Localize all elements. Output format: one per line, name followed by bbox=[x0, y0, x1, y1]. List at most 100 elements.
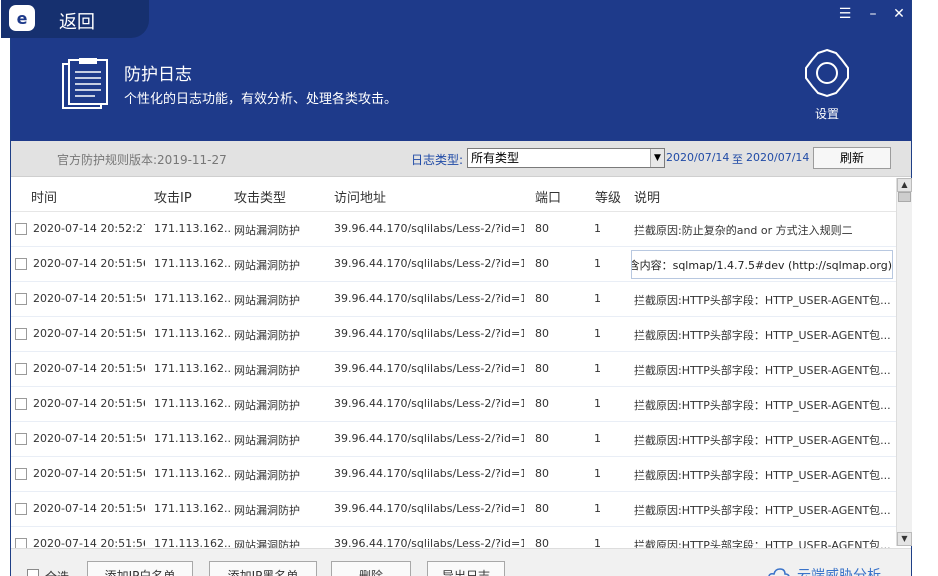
cell-url: 39.96.44.170/sqlilabs/Less-2/?id=1... bbox=[334, 292, 524, 305]
cell-url: 39.96.44.170/sqlilabs/Less-2/?id=1... bbox=[334, 467, 524, 480]
add-ip-whitelist-button[interactable]: 添加IP白名单 bbox=[87, 561, 193, 576]
cell-level: 1 bbox=[594, 327, 601, 340]
rule-version-text: 官方防护规则版本:2019-11-27 bbox=[57, 153, 227, 167]
cell-url: 39.96.44.170/sqlilabs/Less-2/?id=1... bbox=[334, 327, 524, 340]
row-checkbox[interactable] bbox=[15, 258, 27, 270]
menu-icon[interactable]: ☰ bbox=[837, 6, 853, 22]
delete-button[interactable]: 删除 bbox=[331, 561, 411, 576]
cell-attack-type: 网站漏洞防护 bbox=[234, 469, 300, 482]
cell-description: 拦截原因:HTTP头部字段：HTTP_USER-AGENT包... bbox=[634, 434, 891, 447]
cell-ip: 171.113.162.... bbox=[154, 222, 230, 235]
row-checkbox[interactable] bbox=[15, 468, 27, 480]
column-header-port[interactable]: 端口 bbox=[535, 187, 561, 206]
cell-level: 1 bbox=[594, 467, 601, 480]
close-icon[interactable]: ✕ bbox=[891, 6, 907, 22]
cell-attack-type: 网站漏洞防护 bbox=[234, 224, 300, 237]
cell-time: 2020-07-14 20:51:56 bbox=[33, 432, 145, 445]
footer-bar: 全选 添加IP白名单 添加IP黑名单 删除 导出日志 云端威胁分析 bbox=[11, 548, 911, 576]
cell-time: 2020-07-14 20:51:56 bbox=[33, 467, 145, 480]
scroll-down-arrow-icon[interactable]: ▼ bbox=[897, 532, 912, 546]
description-edit-cell[interactable]: 包含内容：sqlmap/1.4.7.5#dev (http://sqlmap.o… bbox=[631, 250, 893, 279]
refresh-button[interactable]: 刷新 bbox=[813, 147, 891, 169]
log-type-label: 日志类型: bbox=[411, 153, 464, 167]
date-range-separator: 至 bbox=[732, 153, 743, 166]
scroll-thumb[interactable] bbox=[898, 192, 911, 202]
column-header-description[interactable]: 说明 bbox=[634, 187, 660, 206]
table-row[interactable]: 2020-07-14 20:51:56 171.113.162.... 网站漏洞… bbox=[11, 282, 896, 317]
vertical-scrollbar[interactable]: ▲ ▼ bbox=[896, 178, 912, 546]
table-row[interactable]: 2020-07-14 20:51:56 171.113.162.... 网站漏洞… bbox=[11, 352, 896, 387]
cell-level: 1 bbox=[594, 537, 601, 548]
row-checkbox[interactable] bbox=[15, 538, 27, 548]
row-checkbox[interactable] bbox=[15, 503, 27, 515]
cell-ip: 171.113.162.... bbox=[154, 537, 230, 548]
table-row[interactable]: 2020-07-14 20:51:56 171.113.162.... 网站漏洞… bbox=[11, 527, 896, 548]
scroll-up-arrow-icon[interactable]: ▲ bbox=[897, 178, 912, 192]
add-ip-blacklist-button[interactable]: 添加IP黑名单 bbox=[209, 561, 317, 576]
column-header-ip[interactable]: 攻击IP bbox=[154, 187, 192, 206]
select-all-checkbox[interactable] bbox=[27, 569, 39, 576]
cell-attack-type: 网站漏洞防护 bbox=[234, 364, 300, 377]
cell-level: 1 bbox=[594, 292, 601, 305]
row-checkbox[interactable] bbox=[15, 363, 27, 375]
cell-level: 1 bbox=[594, 432, 601, 445]
cell-level: 1 bbox=[594, 397, 601, 410]
cell-description: 包含内容：sqlmap/1.4.7.5#dev (http://sqlmap.o… bbox=[631, 259, 892, 272]
table-row[interactable]: 2020-07-14 20:51:56 171.113.162.... 网站漏洞… bbox=[11, 492, 896, 527]
cell-url: 39.96.44.170/sqlilabs/Less-2/?id=1... bbox=[334, 222, 524, 235]
cell-level: 1 bbox=[594, 257, 601, 270]
cell-ip: 171.113.162.... bbox=[154, 362, 230, 375]
cell-description: 拦截原因:HTTP头部字段：HTTP_USER-AGENT包... bbox=[634, 539, 891, 548]
row-checkbox[interactable] bbox=[15, 293, 27, 305]
log-type-select[interactable]: 所有类型 ▼ bbox=[467, 148, 665, 168]
row-checkbox[interactable] bbox=[15, 328, 27, 340]
dropdown-arrow-icon[interactable]: ▼ bbox=[650, 149, 664, 167]
table-row[interactable]: 2020-07-14 20:52:27 171.113.162.... 网站漏洞… bbox=[11, 212, 896, 247]
cell-description: 拦截原因:HTTP头部字段：HTTP_USER-AGENT包... bbox=[634, 399, 891, 412]
page-subtitle: 个性化的日志功能，有效分析、处理各类攻击。 bbox=[124, 92, 398, 107]
row-checkbox[interactable] bbox=[15, 398, 27, 410]
filter-bar: 官方防护规则版本:2019-11-27 日志类型: 所有类型 ▼ 2020/07… bbox=[11, 141, 911, 177]
table-row[interactable]: 2020-07-14 20:51:56 171.113.162.... 网站漏洞… bbox=[11, 317, 896, 352]
cell-port: 80 bbox=[535, 292, 549, 305]
cell-url: 39.96.44.170/sqlilabs/Less-2/?id=1... bbox=[334, 397, 524, 410]
cell-description: 拦截原因:HTTP头部字段：HTTP_USER-AGENT包... bbox=[634, 504, 891, 517]
row-checkbox[interactable] bbox=[15, 223, 27, 235]
table-row[interactable]: 2020-07-14 20:51:56 171.113.162.... 网站漏洞… bbox=[11, 247, 896, 282]
cell-time: 2020-07-14 20:51:56 bbox=[33, 292, 145, 305]
document-clipboard-icon bbox=[62, 58, 108, 109]
minimize-icon[interactable]: – bbox=[865, 6, 881, 22]
header-banner: e 返回 ☰ – ✕ 防护日志 个性化的日志功能，有效分析、处理各类攻击。 设置 bbox=[1, 0, 911, 141]
cell-url: 39.96.44.170/sqlilabs/Less-2/?id=1... bbox=[334, 257, 524, 270]
cell-attack-type: 网站漏洞防护 bbox=[234, 434, 300, 447]
column-header-attack-type[interactable]: 攻击类型 bbox=[234, 187, 286, 206]
column-header-level[interactable]: 等级 bbox=[595, 187, 621, 206]
cell-description: 拦截原因:HTTP头部字段：HTTP_USER-AGENT包... bbox=[634, 364, 891, 377]
cell-description: 拦截原因:HTTP头部字段：HTTP_USER-AGENT包... bbox=[634, 329, 891, 342]
cell-time: 2020-07-14 20:51:56 bbox=[33, 537, 145, 548]
table-row[interactable]: 2020-07-14 20:51:56 171.113.162.... 网站漏洞… bbox=[11, 422, 896, 457]
cell-port: 80 bbox=[535, 502, 549, 515]
cell-ip: 171.113.162.... bbox=[154, 397, 230, 410]
app-logo-icon: e bbox=[9, 5, 35, 31]
cell-time: 2020-07-14 20:51:56 bbox=[33, 257, 145, 270]
cloud-threat-analysis-link[interactable]: 云端威胁分析 bbox=[797, 565, 881, 576]
column-header-url[interactable]: 访问地址 bbox=[334, 187, 386, 206]
cell-description: 拦截原因:HTTP头部字段：HTTP_USER-AGENT包... bbox=[634, 469, 891, 482]
column-header-time[interactable]: 时间 bbox=[31, 187, 57, 206]
date-from-field[interactable]: 2020/07/14 bbox=[666, 151, 729, 164]
back-button[interactable]: e 返回 bbox=[1, 0, 149, 38]
cell-level: 1 bbox=[594, 502, 601, 515]
select-all-label: 全选 bbox=[45, 568, 69, 576]
cell-url: 39.96.44.170/sqlilabs/Less-2/?id=1... bbox=[334, 362, 524, 375]
cell-url: 39.96.44.170/sqlilabs/Less-2/?id=1... bbox=[334, 432, 524, 445]
table-row[interactable]: 2020-07-14 20:51:56 171.113.162.... 网站漏洞… bbox=[11, 387, 896, 422]
export-log-button[interactable]: 导出日志 bbox=[427, 561, 505, 576]
settings-label: 设置 bbox=[814, 107, 839, 121]
cell-time: 2020-07-14 20:52:27 bbox=[33, 222, 145, 235]
settings-button[interactable]: 设置 bbox=[801, 48, 853, 122]
cell-level: 1 bbox=[594, 362, 601, 375]
row-checkbox[interactable] bbox=[15, 433, 27, 445]
table-row[interactable]: 2020-07-14 20:51:56 171.113.162.... 网站漏洞… bbox=[11, 457, 896, 492]
date-to-field[interactable]: 2020/07/14 bbox=[746, 151, 809, 164]
